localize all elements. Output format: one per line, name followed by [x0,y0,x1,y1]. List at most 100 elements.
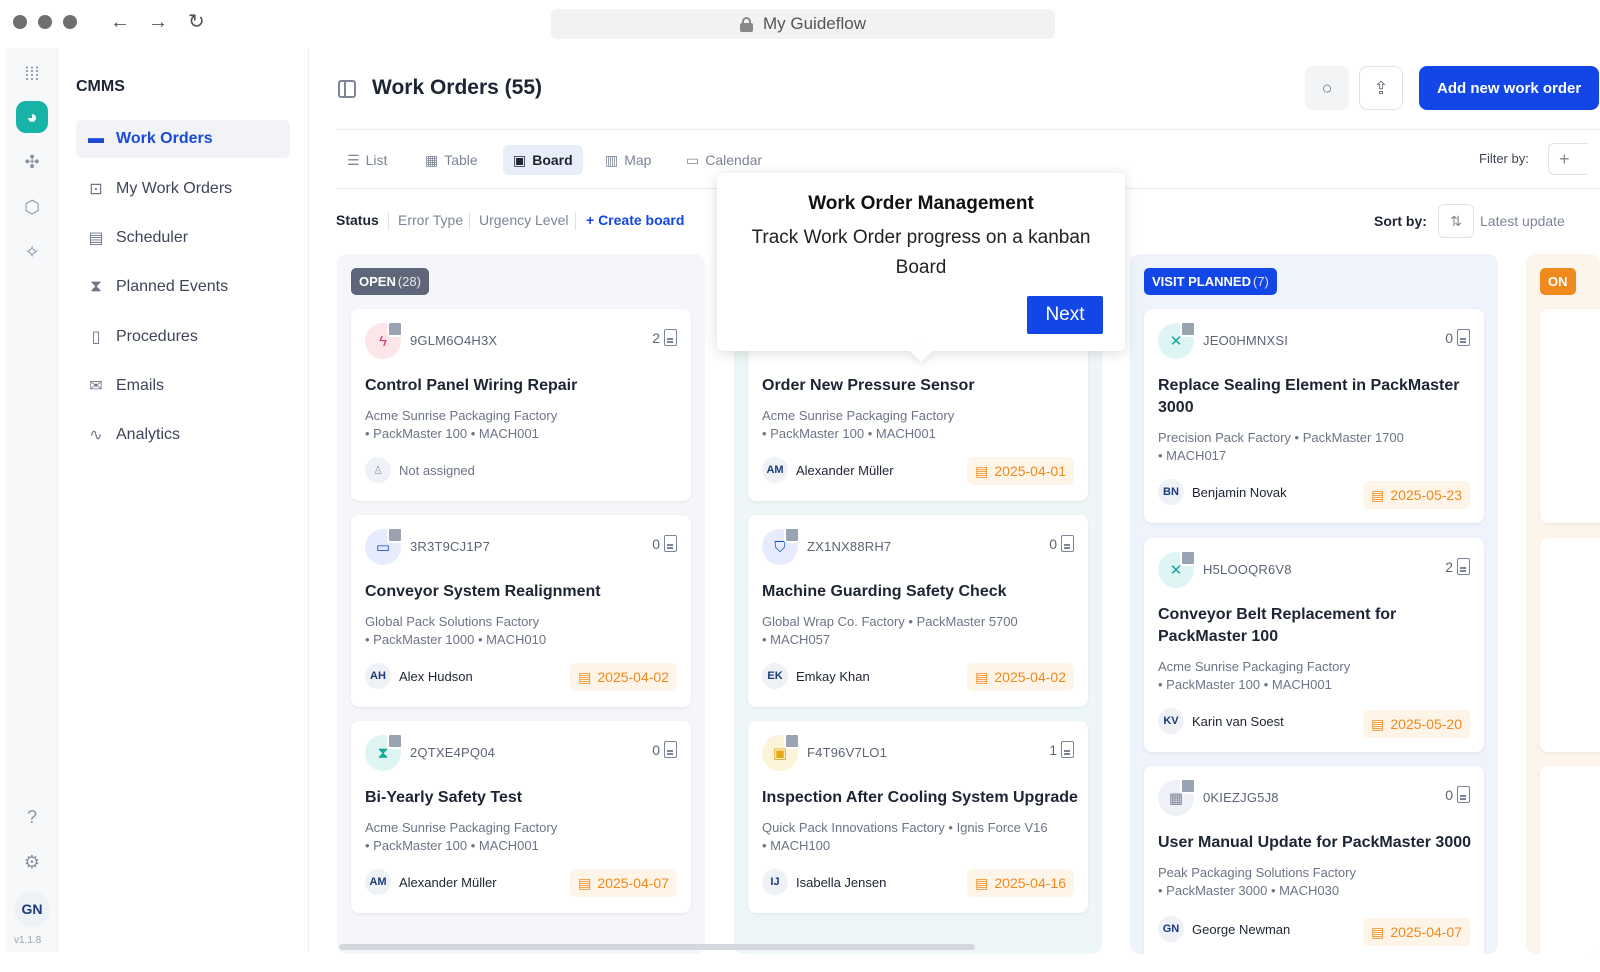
column-badge: OPEN (28) [351,268,429,295]
user-icon: ♙ [365,457,391,483]
work-order-card[interactable]: ▣ F4T96V7LO1 1 Inspection After Cooling … [748,721,1088,913]
work-order-title: Control Panel Wiring Repair [365,377,578,394]
forward-arrow-icon[interactable]: → [148,10,168,34]
document-icon [664,329,677,346]
mail-icon: ✉ [89,378,103,395]
due-date-badge: ▤ 2025-04-07 [1363,918,1470,946]
3d-viewer-icon[interactable]: ⬡ [16,191,48,223]
guide-body: Track Work Order progress on a kanban Bo… [751,227,1091,278]
calendar-icon: ▤ [975,874,989,891]
assignee-name: Alex Hudson [399,668,473,684]
work-order-card[interactable]: ▭ 3R3T9CJ1P7 0 Conveyor System Realignme… [351,515,691,707]
work-order-machine: • PackMaster 1000 • MACH010 [365,632,547,647]
reload-icon[interactable]: ↻ [188,10,205,34]
work-order-machine: • PackMaster 100 • MACH001 [365,838,539,853]
document-icon: ▯ [91,329,101,346]
calendar-icon: ▤ [975,462,989,479]
work-order-location: Global Pack Solutions Factory [365,614,540,629]
sparkles-icon[interactable]: ✧ [16,236,48,268]
cmms-app-icon[interactable]: ◕ [16,101,48,133]
hourglass-icon: ⧗ [90,278,102,295]
column-count: (7) [1252,274,1269,289]
manual-icon: ▦ [1158,778,1196,816]
add-work-order-button[interactable]: Add new work order [1419,66,1599,110]
tab-label: Board [532,152,573,168]
work-order-card[interactable]: ✕ H5LOOQR6V8 2 Conveyor Belt Replacement… [1144,538,1484,752]
work-order-card[interactable]: ✕ JEO0HMNXSI 0 Replace Sealing Element i… [1144,309,1484,523]
work-order-card[interactable]: ▦ 0KIEZJG5J8 0 User Manual Update for Pa… [1144,766,1484,954]
sidebar-item-analytics[interactable]: ∿ Analytics [76,416,290,454]
settings-gear-icon[interactable]: ⚙ [16,846,48,878]
calendar-icon: ▤ [578,668,592,685]
work-order-id: JEO0HMNXSI [1203,333,1289,348]
work-order-card[interactable] [1540,309,1600,523]
work-order-card[interactable] [1540,538,1600,752]
work-order-title: Replace Sealing Element in PackMaster 30… [1158,377,1460,416]
group-urgency-level[interactable]: Urgency Level [479,212,569,228]
work-order-card[interactable]: ϟ 9GLM6O4H3X 2 Control Panel Wiring Repa… [351,309,691,501]
help-icon[interactable]: ? [16,801,48,833]
assignee: ♙ Not assigned [365,457,475,483]
tab-calendar[interactable]: ▭ Calendar [676,145,772,175]
upload-icon: ⇪ [1373,77,1389,98]
document-icon [664,535,677,552]
due-date-badge: ▤ 2025-04-16 [967,869,1074,897]
minimize-window-dot[interactable] [38,15,52,29]
search-icon: ○ [1321,77,1333,98]
sidebar-toggle-icon[interactable] [338,80,356,98]
sidebar-item-procedures[interactable]: ▯ Procedures [76,318,290,356]
export-button[interactable]: ⇪ [1359,66,1403,110]
close-window-dot[interactable] [13,15,27,29]
next-button[interactable]: Next [1027,296,1103,334]
attachment-count: 0 [1049,535,1074,552]
tab-label: List [365,152,388,168]
work-order-card[interactable]: ⧗ 2QTXE4PQ04 0 Bi-Yearly Safety Test Acm… [351,721,691,913]
work-order-location: Quick Pack Innovations Factory • Ignis F… [762,820,1048,835]
work-order-machine: • MACH100 [762,838,831,853]
folder-icon: ▭ [365,527,403,565]
address-bar[interactable]: My Guideflow [551,9,1055,39]
tab-label: Table [444,152,478,168]
work-order-location: Precision Pack Factory • PackMaster 1700 [1158,430,1404,445]
tab-list[interactable]: ☰ List [337,145,397,175]
tab-table[interactable]: ▦ Table [415,145,488,175]
zoom-window-dot[interactable] [63,15,77,29]
search-button[interactable]: ○ [1305,66,1349,110]
user-avatar[interactable]: GN [14,891,50,927]
back-arrow-icon[interactable]: ← [110,10,130,34]
document-icon [1061,741,1074,758]
sort-direction-button[interactable]: ⇅ [1438,204,1474,238]
sidebar-item-emails[interactable]: ✉ Emails [76,367,290,405]
work-order-title: Inspection After Cooling System Upgrade [762,789,1078,806]
horizontal-scrollbar[interactable] [339,944,975,950]
sidebar-item-my-work-orders[interactable]: ⊡ My Work Orders [76,170,290,208]
assignee-name: Not assigned [399,462,475,478]
apps-grid-icon[interactable]: ⁞⁞⁞ [16,58,48,90]
sidebar-item-scheduler[interactable]: ▤ Scheduler [76,219,290,257]
network-icon[interactable]: ✣ [16,146,48,178]
tab-label: Calendar [705,152,763,168]
column-badge: VISIT PLANNED (7) [1144,268,1277,295]
sidebar-item-label: Emails [116,377,165,394]
group-status[interactable]: Status [336,212,379,228]
tab-map[interactable]: ▥ Map [595,145,661,175]
create-board-button[interactable]: + Create board [586,212,684,228]
sidebar-item-work-orders[interactable]: ▬ Work Orders [76,120,290,158]
assignee: KV Karin van Soest [1158,708,1284,734]
work-order-location: Acme Sunrise Packaging Factory [365,820,558,835]
calendar-icon: ▤ [975,668,989,685]
work-order-card[interactable]: ⛉ ZX1NX88RH7 0 Machine Guarding Safety C… [748,515,1088,707]
sidebar-item-planned-events[interactable]: ⧗ Planned Events [76,268,290,306]
work-order-machine: • PackMaster 3000 • MACH030 [1158,883,1340,898]
column-label: VISIT PLANNED [1152,274,1251,289]
sort-select[interactable]: Latest update [1480,213,1565,229]
work-order-card[interactable] [1540,766,1600,954]
assignee-initials: AH [365,663,391,689]
board-column-open: OPEN (28) ϟ 9GLM6O4H3X 2 Control Panel W… [337,254,705,954]
document-icon [1457,786,1470,803]
tab-board[interactable]: ▣ Board [503,145,583,175]
shield-icon: ⛉ [762,527,800,565]
assignee: BN Benjamin Novak [1158,479,1287,505]
add-filter-button[interactable]: + [1548,143,1588,175]
group-error-type[interactable]: Error Type [398,212,463,228]
